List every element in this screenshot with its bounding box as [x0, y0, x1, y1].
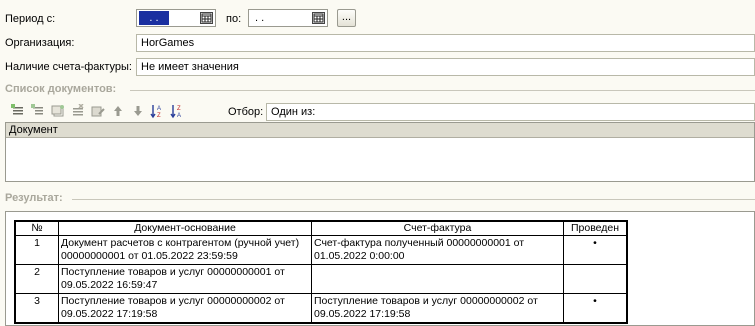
row-number: 3	[14, 293, 59, 324]
documents-list[interactable]: Документ	[5, 122, 755, 182]
organization-label: Организация:	[5, 37, 75, 49]
documents-list-header[interactable]: Документ	[6, 123, 754, 138]
posted-cell: •	[563, 293, 628, 324]
invoice-cell[interactable]	[311, 264, 564, 294]
section-divider	[130, 90, 755, 91]
table-row[interactable]: 2 Поступление товаров и услуг 0000000000…	[14, 264, 628, 294]
filter-field[interactable]: Один из:	[266, 103, 755, 121]
column-posted: Проведен	[563, 220, 628, 236]
invoice-presence-label: Наличие счета-фактуры:	[5, 61, 132, 73]
copy-row-icon[interactable]	[50, 103, 66, 119]
table-row[interactable]: 3 Поступление товаров и услуг 0000000000…	[14, 293, 628, 324]
posted-cell	[563, 264, 628, 294]
add-group-icon[interactable]	[30, 103, 46, 119]
svg-text:Z: Z	[177, 106, 181, 112]
invoice-presence-field[interactable]: Не имеет значения	[136, 58, 755, 76]
svg-text:A: A	[157, 106, 161, 112]
documents-section-title: Список документов:	[5, 83, 117, 95]
sort-asc-icon[interactable]: AZ	[150, 103, 166, 119]
table-row[interactable]: 1 Документ расчетов с контрагентом (ручн…	[14, 235, 628, 265]
result-table: № Документ-основание Счет-фактура Провед…	[14, 220, 628, 324]
period-to-label: по:	[226, 13, 242, 25]
organization-field[interactable]: HorGames	[136, 34, 755, 52]
filter-label: Отбор:	[228, 106, 264, 118]
column-invoice: Счет-фактура	[311, 220, 564, 236]
sort-desc-icon[interactable]: ZA	[170, 103, 186, 119]
invoice-cell[interactable]: Счет-фактура полученный 00000000001 от 0…	[311, 235, 564, 265]
result-section-title: Результат:	[5, 192, 63, 204]
documents-toolbar: AZ ZA	[10, 103, 186, 119]
base-document-cell[interactable]: Поступление товаров и услуг 00000000002 …	[58, 293, 312, 324]
column-number: №	[14, 220, 59, 236]
row-number: 2	[14, 264, 59, 294]
edit-row-icon[interactable]	[90, 103, 106, 119]
invoice-cell[interactable]: Поступление товаров и услуг 00000000002 …	[311, 293, 564, 324]
move-up-icon[interactable]	[110, 103, 126, 119]
svg-text:Z: Z	[157, 113, 161, 119]
period-from-label: Период с:	[5, 13, 56, 25]
period-from-field[interactable]: . .	[136, 9, 216, 27]
period-select-button[interactable]: ...	[337, 9, 356, 27]
svg-text:A: A	[177, 113, 181, 119]
add-row-icon[interactable]	[10, 103, 26, 119]
result-table-header: № Документ-основание Счет-фактура Провед…	[14, 220, 628, 236]
move-down-icon[interactable]	[130, 103, 146, 119]
calendar-icon[interactable]	[200, 12, 213, 24]
column-base-document: Документ-основание	[58, 220, 312, 236]
section-divider	[72, 199, 755, 200]
delete-row-icon[interactable]	[70, 103, 86, 119]
base-document-cell[interactable]: Документ расчетов с контрагентом (ручной…	[58, 235, 312, 265]
row-number: 1	[14, 235, 59, 265]
posted-cell: •	[563, 235, 628, 265]
period-to-field[interactable]: . .	[248, 9, 328, 27]
calendar-icon[interactable]	[312, 12, 325, 24]
base-document-cell[interactable]: Поступление товаров и услуг 00000000001 …	[58, 264, 312, 294]
